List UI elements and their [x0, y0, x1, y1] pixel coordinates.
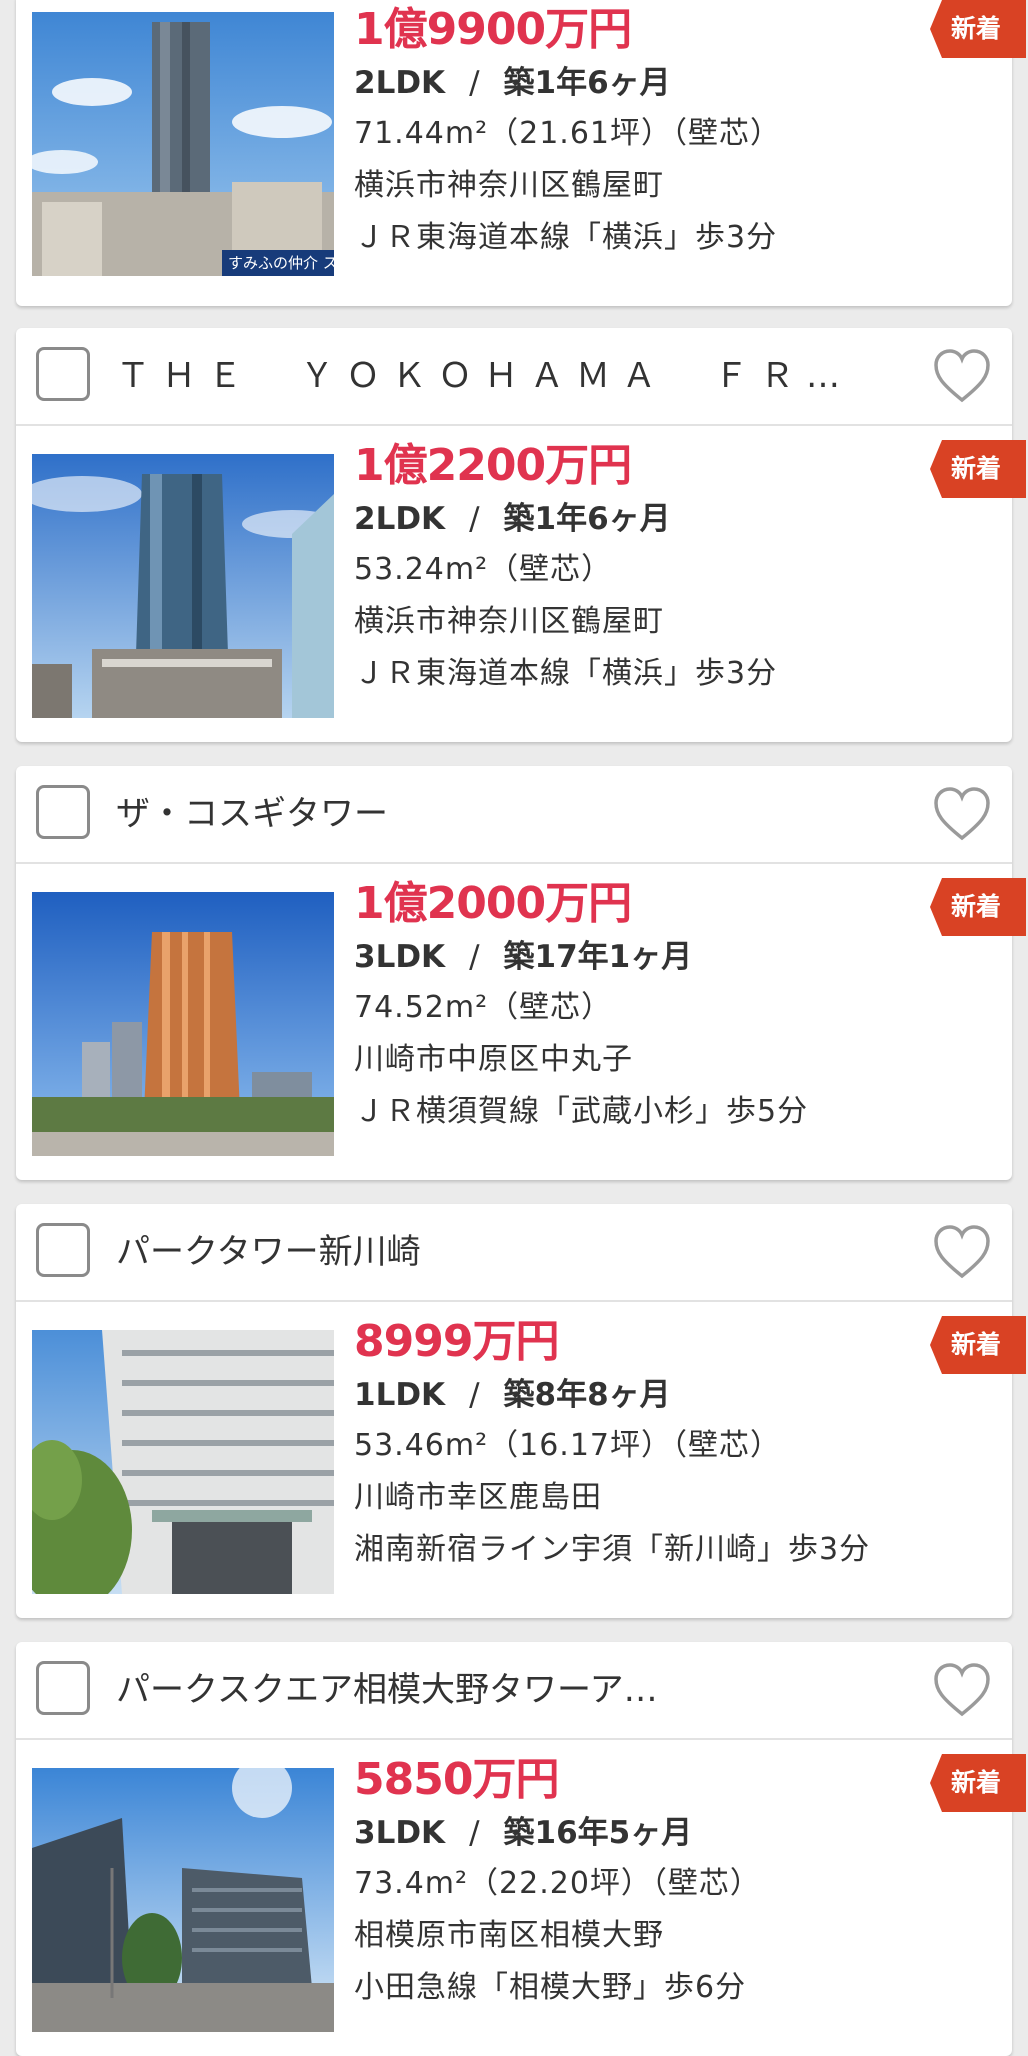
separator: / [469, 1815, 480, 1851]
separator: / [469, 501, 480, 537]
new-badge: 新着 [950, 1330, 1001, 1359]
floor-area: 53.46m²（16.17坪）（壁芯） [354, 1428, 782, 1463]
new-badge: 新着 [950, 454, 1001, 483]
layout-type: 3LDK [354, 939, 446, 975]
listing-card[interactable]: パークスクエア相模大野タワーア… 5850万円 3LDK / 築16年5ヶ月 7… [16, 1642, 1026, 2056]
access: ＪＲ東海道本線「横浜」歩3分 [354, 220, 778, 255]
separator: / [469, 939, 480, 975]
address: 川崎市幸区鹿島田 [354, 1480, 602, 1515]
access: ＪＲ横須賀線「武蔵小杉」歩5分 [354, 1094, 809, 1129]
new-badge: 新着 [950, 1768, 1001, 1797]
layout-age: 3LDK / 築16年5ヶ月 [354, 1808, 992, 1858]
listing-body[interactable]: 5850万円 3LDK / 築16年5ヶ月 73.4m²（22.20坪）（壁芯） 相… [16, 1740, 1026, 2032]
listing-photo[interactable]: すみふの仲介 ス [32, 12, 334, 276]
address: 川崎市中原区中丸子 [354, 1042, 633, 1077]
layout-age: 2LDK / 築1年6ヶ月 [354, 494, 992, 544]
listing-body[interactable]: 8999万円 1LDK / 築8年8ヶ月 53.46m²（16.17坪）（壁芯） 川… [16, 1302, 1026, 1594]
listing-card[interactable]: ＴＨＥ ＹＯＫＯＨＡＭＡ ＦＲ… 1億2200万円 2LDK / 築1年6ヶ月 … [16, 328, 1026, 742]
access: 湘南新宿ライン宇須「新川崎」歩3分 [354, 1532, 871, 1567]
price: 1億2200万円 [354, 440, 632, 491]
price: 1億2000万円 [354, 878, 632, 929]
listing-card[interactable]: すみふの仲介 ス 1億9900万円 2LDK / 築1年6ヶ月 71.44m²（21… [16, 0, 1026, 306]
listing-card[interactable]: パークタワー新川崎 8999万円 1LDK / 築8年8ヶ月 53.46m²（1… [16, 1204, 1026, 1618]
floor-area: 71.44m²（21.61坪）（壁芯） [354, 116, 782, 151]
listing-body[interactable]: 1億2000万円 3LDK / 築17年1ヶ月 74.52m²（壁芯） 川崎市中原区… [16, 864, 1026, 1156]
select-checkbox[interactable] [36, 1223, 90, 1277]
price: 8999万円 [354, 1316, 559, 1367]
heart-icon[interactable] [932, 348, 992, 404]
listing-header: パークタワー新川崎 [16, 1204, 1012, 1302]
property-name[interactable]: ザ・コスギタワー [116, 766, 388, 862]
listing-header: パークスクエア相模大野タワーア… [16, 1642, 1012, 1740]
layout-type: 3LDK [354, 1815, 446, 1851]
select-checkbox[interactable] [36, 347, 90, 401]
separator: / [469, 65, 480, 101]
building-age: 築8年8ヶ月 [503, 1377, 671, 1413]
listing-photo[interactable] [32, 1768, 334, 2032]
layout-type: 2LDK [354, 501, 446, 537]
listing-card[interactable]: ザ・コスギタワー 1億2000万円 3LDK / 築17年1ヶ月 74.52m²… [16, 766, 1026, 1180]
address: 相模原市南区相模大野 [354, 1918, 664, 1953]
heart-icon[interactable] [932, 786, 992, 842]
heart-icon[interactable] [932, 1662, 992, 1718]
floor-area: 53.24m²（壁芯） [354, 552, 613, 587]
select-checkbox[interactable] [36, 1661, 90, 1715]
address: 横浜市神奈川区鶴屋町 [354, 168, 664, 203]
floor-area: 74.52m²（壁芯） [354, 990, 613, 1025]
access: ＪＲ東海道本線「横浜」歩3分 [354, 656, 778, 691]
layout-age: 3LDK / 築17年1ヶ月 [354, 932, 992, 982]
property-name[interactable]: パークタワー新川崎 [116, 1204, 421, 1300]
property-name[interactable]: パークスクエア相模大野タワーア… [116, 1642, 658, 1738]
select-checkbox[interactable] [36, 785, 90, 839]
listing-photo[interactable] [32, 892, 334, 1156]
layout-age: 1LDK / 築8年8ヶ月 [354, 1370, 992, 1420]
layout-age: 2LDK / 築1年6ヶ月 [354, 58, 992, 108]
listing-header: ザ・コスギタワー [16, 766, 1012, 864]
separator: / [469, 1377, 480, 1413]
access: 小田急線「相模大野」歩6分 [354, 1970, 747, 2005]
price: 1億9900万円 [354, 4, 632, 55]
listing-photo[interactable] [32, 1330, 334, 1594]
address: 横浜市神奈川区鶴屋町 [354, 604, 664, 639]
building-age: 築16年5ヶ月 [503, 1815, 693, 1851]
listing-header: ＴＨＥ ＹＯＫＯＨＡＭＡ ＦＲ… [16, 328, 1012, 426]
building-age: 築17年1ヶ月 [503, 939, 693, 975]
layout-type: 2LDK [354, 65, 446, 101]
property-name[interactable]: ＴＨＥ ＹＯＫＯＨＡＭＡ ＦＲ… [116, 328, 852, 424]
listing-info: 1億9900万円 2LDK / 築1年6ヶ月 71.44m²（21.61坪）（壁芯）… [354, 2, 992, 264]
listing-info: 1億2000万円 3LDK / 築17年1ヶ月 74.52m²（壁芯） 川崎市中原区… [354, 876, 992, 1138]
building-age: 築1年6ヶ月 [503, 501, 671, 537]
listing-body[interactable]: すみふの仲介 ス 1億9900万円 2LDK / 築1年6ヶ月 71.44m²（21… [16, 0, 1026, 306]
heart-icon[interactable] [932, 1224, 992, 1280]
listing-photo[interactable] [32, 454, 334, 718]
photo-caption: すみふの仲介 ス [228, 254, 334, 272]
listing-info: 5850万円 3LDK / 築16年5ヶ月 73.4m²（22.20坪）（壁芯） 相… [354, 1752, 992, 2014]
listing-body[interactable]: 1億2200万円 2LDK / 築1年6ヶ月 53.24m²（壁芯） 横浜市神奈川区… [16, 426, 1026, 718]
listing-info: 1億2200万円 2LDK / 築1年6ヶ月 53.24m²（壁芯） 横浜市神奈川区… [354, 438, 992, 700]
new-badge: 新着 [950, 892, 1001, 921]
listing-info: 8999万円 1LDK / 築8年8ヶ月 53.46m²（16.17坪）（壁芯） 川… [354, 1314, 992, 1576]
building-age: 築1年6ヶ月 [503, 65, 671, 101]
floor-area: 73.4m²（22.20坪）（壁芯） [354, 1866, 761, 1901]
new-badge: 新着 [950, 14, 1001, 43]
layout-type: 1LDK [354, 1377, 446, 1413]
price: 5850万円 [354, 1754, 559, 1805]
